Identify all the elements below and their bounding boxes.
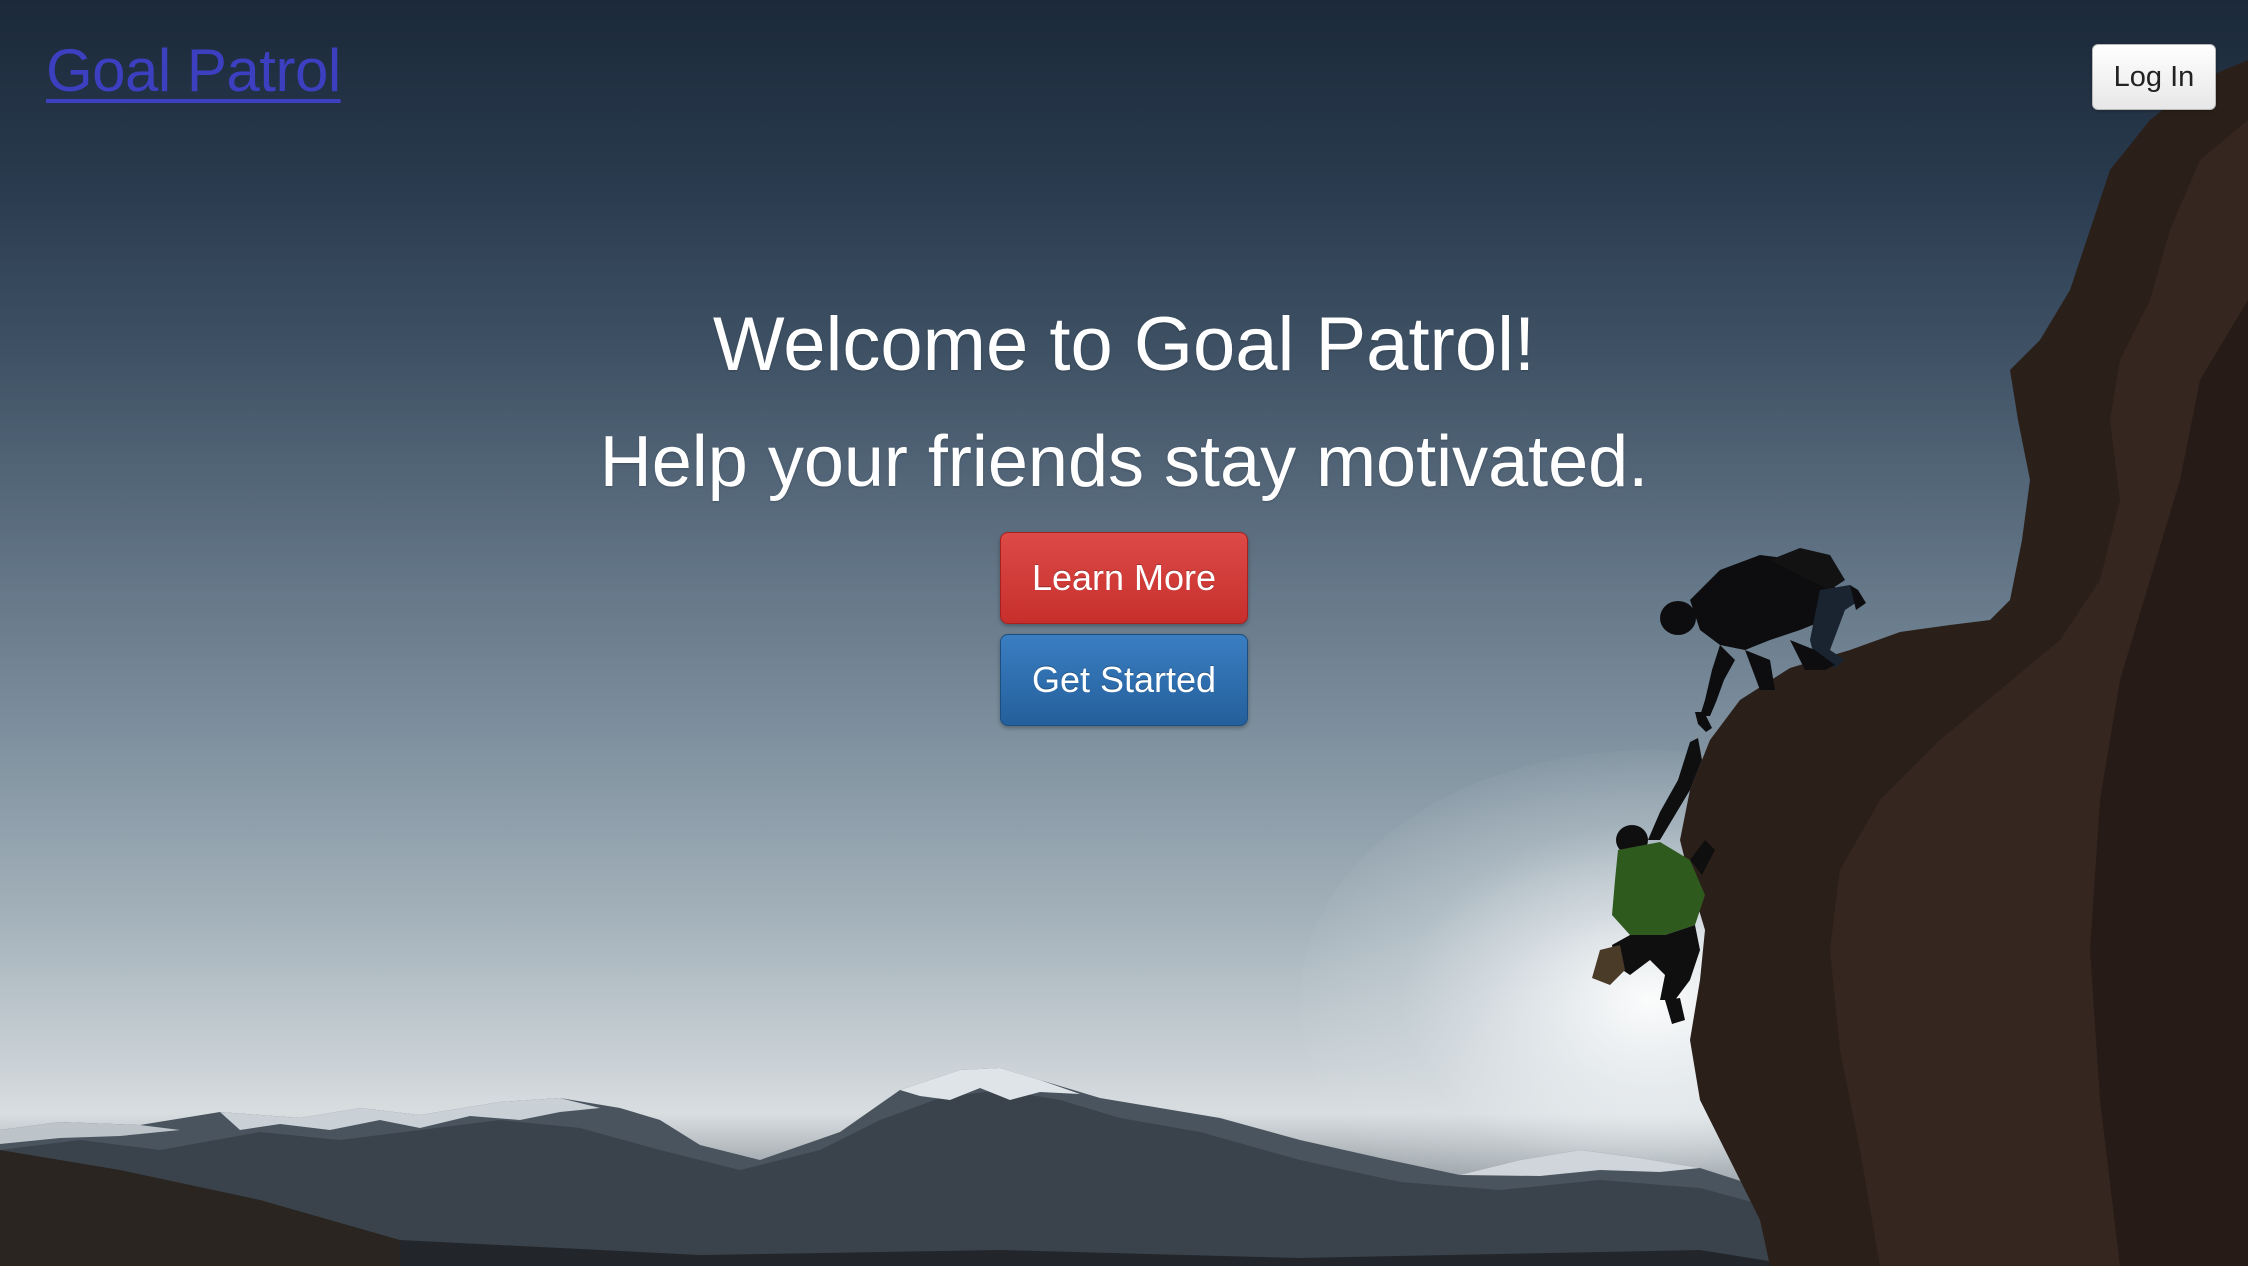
hero-title: Welcome to Goal Patrol!: [712, 302, 1536, 387]
learn-more-button[interactable]: Learn More: [1000, 532, 1248, 624]
background-scene: [0, 60, 2248, 1266]
get-started-button[interactable]: Get Started: [1000, 634, 1248, 726]
hero-section: Welcome to Goal Patrol! Help your friend…: [0, 300, 2248, 506]
brand-logo-link[interactable]: Goal Patrol: [46, 36, 341, 105]
hero-subtitle: Help your friends stay motivated.: [599, 422, 1649, 502]
landing-page: Goal Patrol Log In Welcome to Goal Patro…: [0, 0, 2248, 1266]
login-button[interactable]: Log In: [2092, 44, 2216, 110]
